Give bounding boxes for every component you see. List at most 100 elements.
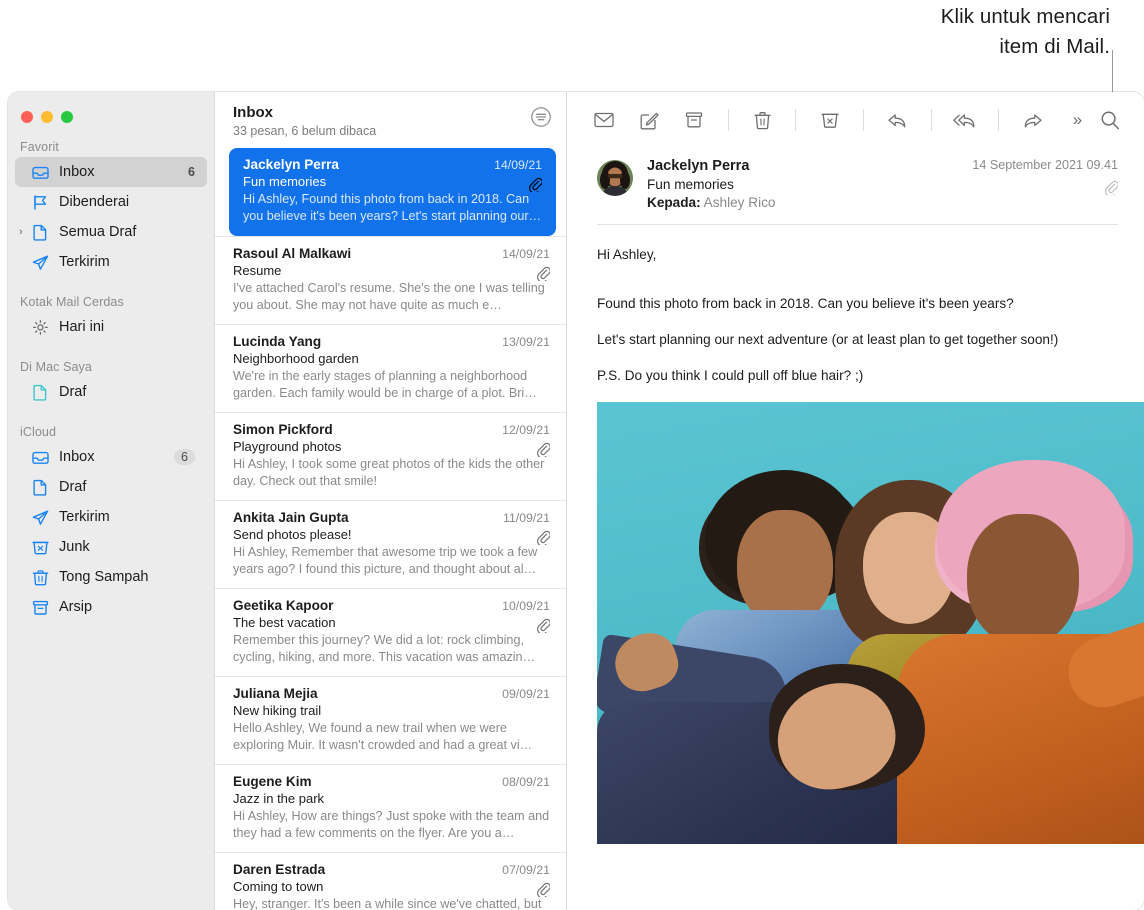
reply-icon[interactable] [886,105,909,135]
body-paragraph: Let's start planning our next adventure … [597,330,1114,349]
group-photo-image [597,402,1144,844]
sidebar-item-draf[interactable]: Draf [15,472,207,502]
avatar [597,160,633,196]
message-header: Jackelyn Perra Fun memories Kepada: Ashl… [567,148,1144,210]
message-subject: Jazz in the park [233,791,550,806]
sidebar-item-label: Draf [59,384,86,400]
toolbar-overflow-button[interactable]: » [1066,105,1089,135]
sidebar-item-terkirim[interactable]: Terkirim [15,247,207,277]
sidebar-item-label: Inbox [59,164,94,180]
recipient-value[interactable]: Ashley Rico [704,195,776,210]
minimize-button[interactable] [41,111,53,123]
message-list-item[interactable]: Lucinda Yang13/09/21Neighborhood gardenW… [215,324,566,412]
recipient-line: Kepada: Ashley Rico [647,195,918,210]
message-sender: Geetika Kapoor [233,598,494,613]
forward-icon[interactable] [1021,105,1044,135]
message-subject: Coming to town [233,879,550,894]
close-button[interactable] [21,111,33,123]
sidebar-item-arsip[interactable]: Arsip [15,592,207,622]
junk-icon[interactable] [818,105,841,135]
body-paragraph: P.S. Do you think I could pull off blue … [597,366,1114,385]
sidebar-item-label: Arsip [59,599,92,615]
recipient-label: Kepada: [647,195,701,210]
message-preview: I've attached Carol's resume. She's the … [233,280,550,314]
message-list-item[interactable]: Simon Pickford12/09/21Playground photosH… [215,412,566,500]
sender-name: Jackelyn Perra [647,158,918,174]
message-preview: Hi Ashley, How are things? Just spoke wi… [233,808,550,842]
message-preview: Hi Ashley, Remember that awesome trip we… [233,544,550,578]
message-list-item[interactable]: Ankita Jain Gupta11/09/21Send photos ple… [215,500,566,588]
message-subject: Fun memories [243,174,542,189]
mark-unread-icon[interactable] [593,105,616,135]
message-row-top: Jackelyn Perra14/09/21 [243,157,542,172]
trash-icon [31,569,50,586]
message-date: 14/09/21 [494,158,542,172]
paperclip-icon [537,266,550,281]
message-date: 11/09/21 [503,511,550,525]
reply-all-icon[interactable] [953,105,976,135]
message-list-item[interactable]: Jackelyn Perra14/09/21Fun memoriesHi Ash… [229,148,556,236]
sidebar-item-label: Semua Draf [59,224,136,240]
sidebar-item-hari-ini[interactable]: Hari ini [15,312,207,342]
message-header-text: Jackelyn Perra Fun memories Kepada: Ashl… [647,158,918,210]
message-preview: Remember this journey? We did a lot: roc… [233,632,550,666]
attached-photo[interactable] [597,402,1144,844]
message-row-top: Simon Pickford12/09/21 [233,422,550,437]
message-sender: Lucinda Yang [233,334,494,349]
message-date: 09/09/21 [502,687,550,701]
sidebar-item-label: Dibenderai [59,194,129,210]
message-date: 14 September 2021 09.41 [918,158,1118,172]
message-list-header: Inbox 33 pesan, 6 belum dibaca [215,92,566,148]
sidebar-item-tong-sampah[interactable]: Tong Sampah [15,562,207,592]
sidebar-section-header: Favorit [8,140,214,157]
inbox-icon [31,164,50,181]
sidebar-item-label: Hari ini [59,319,104,335]
sidebar-item-inbox[interactable]: Inbox6 [15,442,207,472]
message-body: Hi Ashley, Found this photo from back in… [567,225,1144,385]
sidebar-item-label: Terkirim [59,254,110,270]
paperclip-icon [537,442,550,457]
message-date: 07/09/21 [502,863,550,877]
toolbar-divider-4 [931,109,932,131]
sidebar-item-junk[interactable]: Junk [15,532,207,562]
message-list-item[interactable]: Eugene Kim08/09/21Jazz in the parkHi Ash… [215,764,566,852]
callout-line-1: Klik untuk mencari [780,2,1110,32]
message-meta: 14 September 2021 09.41 [918,158,1118,210]
message-list-pane: Inbox 33 pesan, 6 belum dibaca Jackelyn … [214,92,566,910]
message-subject: Playground photos [233,439,550,454]
paperclip-icon [537,618,550,633]
archive-icon[interactable] [683,105,706,135]
window-controls[interactable] [21,111,73,123]
sidebar-item-inbox[interactable]: Inbox6 [15,157,207,187]
chevron-right-icon[interactable]: › [19,227,29,237]
compose-icon[interactable] [638,105,661,135]
sidebar-item-dibenderai[interactable]: Dibenderai [15,187,207,217]
message-sender: Rasoul Al Malkawi [233,246,494,261]
mailbox-count: 33 pesan, 6 belum dibaca [233,124,550,138]
sidebar: FavoritInbox6Dibenderai›Semua DrafTerkir… [8,92,214,910]
junk-icon [31,539,50,556]
sidebar-section-header: iCloud [8,425,214,442]
message-sender: Daren Estrada [233,862,494,877]
trash-icon[interactable] [751,105,774,135]
message-subject: New hiking trail [233,703,550,718]
zoom-button[interactable] [61,111,73,123]
toolbar-divider-3 [863,109,864,131]
message-list-item[interactable]: Geetika Kapoor10/09/21The best vacationR… [215,588,566,676]
sidebar-item-semua-draf[interactable]: › Semua Draf [15,217,207,247]
sidebar-item-draf[interactable]: Draf [15,377,207,407]
paperclip-icon [537,530,550,545]
filter-icon[interactable] [530,106,552,128]
draft-icon-teal [31,384,50,401]
message-list-item[interactable]: Daren Estrada07/09/21Coming to townHey, … [215,852,566,910]
body-paragraph: Found this photo from back in 2018. Can … [597,294,1114,313]
paperclip-icon [529,177,542,192]
draft-icon [31,224,50,241]
message-list-item[interactable]: Juliana Mejia09/09/21New hiking trailHel… [215,676,566,764]
message-row-top: Geetika Kapoor10/09/21 [233,598,550,613]
search-icon[interactable] [1099,105,1122,135]
paperclip-icon [1105,180,1118,195]
message-list-item[interactable]: Rasoul Al Malkawi14/09/21ResumeI've atta… [215,236,566,324]
sidebar-item-terkirim[interactable]: Terkirim [15,502,207,532]
flag-icon [31,194,50,211]
